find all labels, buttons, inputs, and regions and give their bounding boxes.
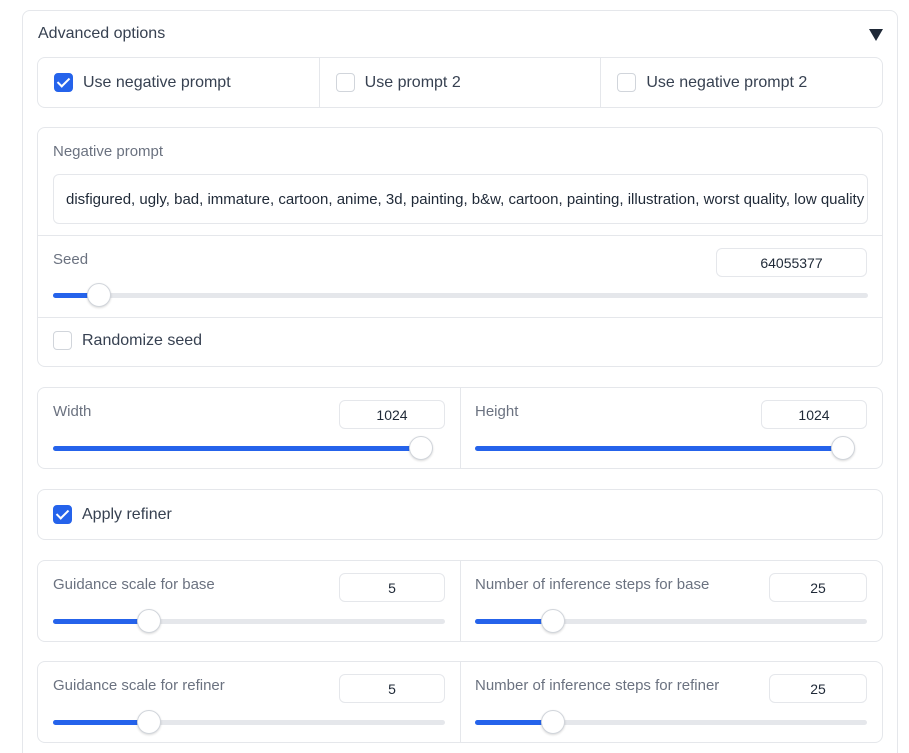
randomize-seed-option[interactable]: Randomize seed <box>53 331 202 350</box>
steps-base-label: Number of inference steps for base <box>475 576 710 593</box>
seed-label: Seed <box>53 251 89 268</box>
height-number-input[interactable]: 1024 <box>761 400 867 429</box>
use-negative-prompt-2-checkbox[interactable] <box>617 73 637 92</box>
divider <box>38 235 882 236</box>
steps-refiner-slider[interactable] <box>475 710 867 734</box>
guidance-refiner-slider[interactable] <box>53 710 445 734</box>
guidance-refiner-slider-thumb[interactable] <box>136 710 161 734</box>
apply-refiner-group: Apply refiner <box>37 489 883 540</box>
height-slider[interactable] <box>475 436 855 460</box>
use-negative-prompt-label: Use negative prompt <box>83 73 231 91</box>
base-settings-group: Guidance scale for base 5 Number of infe… <box>37 560 883 642</box>
guidance-base-slider[interactable] <box>53 609 445 633</box>
seed-number-input[interactable]: 64055377 <box>716 248 867 277</box>
use-prompt-2-label: Use prompt 2 <box>364 73 461 91</box>
steps-refiner-slider-thumb[interactable] <box>541 710 566 734</box>
width-slider[interactable] <box>53 436 433 460</box>
apply-refiner-checkbox[interactable] <box>53 505 72 524</box>
guidance-base-slider-thumb[interactable] <box>136 609 161 633</box>
prompt-options-group: Use negative prompt Use prompt 2 Use neg… <box>37 57 883 108</box>
guidance-base-label: Guidance scale for base <box>53 576 215 593</box>
use-prompt-2-option[interactable]: Use prompt 2 <box>320 58 602 107</box>
steps-refiner-number-input[interactable]: 25 <box>769 674 867 703</box>
randomize-seed-checkbox[interactable] <box>53 331 72 350</box>
use-negative-prompt-2-option[interactable]: Use negative prompt 2 <box>601 58 882 107</box>
guidance-refiner-label: Guidance scale for refiner <box>53 677 225 694</box>
steps-base-slider[interactable] <box>475 609 867 633</box>
accordion-header[interactable]: Advanced options <box>23 11 897 57</box>
height-slider-fill <box>475 446 843 451</box>
divider <box>38 317 882 318</box>
use-prompt-2-checkbox[interactable] <box>335 73 355 92</box>
negative-prompt-input[interactable]: disfigured, ugly, bad, immature, cartoon… <box>53 174 868 224</box>
randomize-seed-label: Randomize seed <box>82 331 203 349</box>
use-negative-prompt-checkbox[interactable] <box>54 73 73 92</box>
use-negative-prompt-option[interactable]: Use negative prompt <box>38 58 320 107</box>
steps-base-slider-thumb[interactable] <box>541 609 566 633</box>
divider <box>460 662 461 742</box>
width-label: Width <box>53 403 92 420</box>
refiner-settings-group: Guidance scale for refiner 5 Number of i… <box>37 661 883 743</box>
use-negative-prompt-2-label: Use negative prompt 2 <box>646 73 808 91</box>
divider <box>460 561 461 641</box>
width-number-input[interactable]: 1024 <box>339 400 445 429</box>
seed-slider-thumb[interactable] <box>87 283 111 307</box>
caret-down-icon[interactable] <box>869 29 883 41</box>
guidance-base-number-input[interactable]: 5 <box>339 573 445 602</box>
width-slider-thumb[interactable] <box>409 436 433 460</box>
width-slider-fill <box>53 446 421 451</box>
negative-prompt-label: Negative prompt <box>53 143 164 160</box>
guidance-refiner-number-input[interactable]: 5 <box>339 674 445 703</box>
height-slider-thumb[interactable] <box>831 436 855 460</box>
prompt-seed-group: Negative prompt disfigured, ugly, bad, i… <box>37 127 883 367</box>
height-label: Height <box>475 403 519 420</box>
accordion-title: Advanced options <box>38 25 166 42</box>
dimensions-group: Width 1024 Height 1024 <box>37 387 883 469</box>
steps-base-number-input[interactable]: 25 <box>769 573 867 602</box>
seed-slider[interactable] <box>53 283 868 307</box>
divider <box>460 388 461 468</box>
steps-refiner-label: Number of inference steps for refiner <box>475 677 720 694</box>
guidance-base-slider-fill <box>53 619 149 624</box>
advanced-options-accordion: Advanced options Use negative prompt Use… <box>22 10 898 753</box>
guidance-refiner-slider-fill <box>53 720 149 725</box>
apply-refiner-label: Apply refiner <box>82 505 172 523</box>
apply-refiner-option[interactable]: Apply refiner <box>53 505 172 524</box>
